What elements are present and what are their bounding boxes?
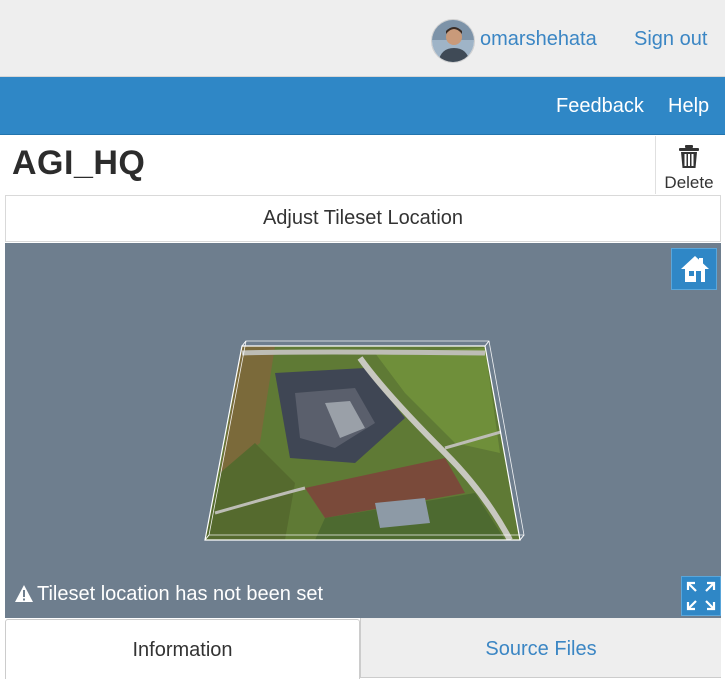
tileset-location-warning: Tileset location has not been set	[14, 583, 323, 606]
avatar-image	[432, 20, 474, 62]
nav-bar: Feedback Help	[0, 77, 725, 135]
tab-source-files[interactable]: Source Files	[361, 618, 721, 678]
home-view-button[interactable]	[671, 248, 717, 290]
asset-tabs: Information Source Files	[0, 618, 725, 697]
fullscreen-icon	[686, 581, 716, 611]
warning-text: Tileset location has not been set	[37, 583, 324, 605]
tab-information[interactable]: Information	[5, 619, 360, 679]
delete-label: Delete	[664, 173, 714, 192]
user-avatar[interactable]	[431, 19, 475, 63]
sign-out-link[interactable]: Sign out	[634, 28, 707, 51]
warning-triangle-icon	[15, 585, 33, 602]
asset-title-bar: AGI_HQ Delete	[0, 136, 721, 194]
delete-button[interactable]: Delete	[655, 136, 721, 194]
fullscreen-button[interactable]	[681, 576, 721, 616]
page-title: AGI_HQ	[12, 144, 146, 182]
tileset-viewer[interactable]: Tileset location has not been set	[5, 243, 721, 618]
username-link[interactable]: omarshehata	[480, 28, 597, 51]
home-icon	[681, 256, 709, 282]
top-bar: omarshehata Sign out	[0, 0, 725, 77]
adjust-tileset-location-button[interactable]: Adjust Tileset Location	[5, 195, 721, 242]
feedback-link[interactable]: Feedback	[556, 95, 644, 118]
tileset-preview	[204, 340, 525, 541]
help-link[interactable]: Help	[668, 95, 709, 118]
trash-icon	[679, 145, 699, 168]
